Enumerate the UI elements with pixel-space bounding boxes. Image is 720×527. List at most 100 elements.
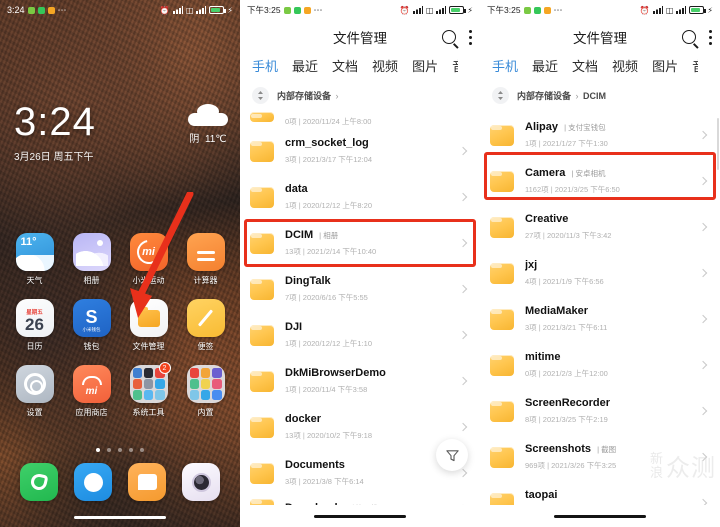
- table-row[interactable]: jxj 4项 | 2021/1/9 下午6:56: [480, 250, 720, 296]
- chevron-right-icon: [458, 146, 468, 156]
- folder-icon: [490, 354, 514, 376]
- file-manager-dcim-panel: 下午3:25 ⋯ ⏰ ◫ ⚡ 文件管理 手机 最近 文档 视频 图片 音: [480, 0, 720, 527]
- phone-icon[interactable]: [20, 463, 58, 501]
- app-settings[interactable]: 设置: [6, 365, 63, 418]
- search-icon[interactable]: [682, 30, 696, 44]
- weather-text: 阴 11℃: [188, 130, 228, 145]
- app-appstore[interactable]: mi 应用商店: [63, 365, 120, 418]
- home-gesture-bar[interactable]: [240, 505, 480, 527]
- tab-documents[interactable]: 文档: [332, 56, 358, 75]
- table-row[interactable]: data 1项 | 2020/12/12 上午8:20: [240, 174, 480, 220]
- page-dot-active[interactable]: [96, 448, 100, 452]
- sim-icon: ◫: [185, 5, 194, 15]
- list-item-partial[interactable]: 0项 | 2020/11/24 上午8:00: [240, 112, 480, 128]
- notes-app-icon: [186, 299, 225, 337]
- chevron-right-icon: [698, 498, 708, 505]
- file-meta: 7项 | 2020/6/16 下午5:55: [285, 292, 368, 302]
- app-label: 文件管理: [132, 342, 165, 351]
- weather-widget[interactable]: 阴 11℃: [188, 104, 228, 145]
- tab-phone[interactable]: 手机: [252, 56, 278, 75]
- app-builtin-folder[interactable]: 内置: [177, 365, 234, 418]
- chevron-right-icon: [458, 330, 468, 340]
- search-icon[interactable]: [442, 30, 456, 44]
- tab-phone[interactable]: 手机: [492, 56, 518, 75]
- page-dot[interactable]: [129, 448, 133, 452]
- app-calendar[interactable]: 星期五 26 日历: [6, 299, 63, 352]
- tab-recent[interactable]: 最近: [532, 56, 558, 75]
- chevron-right-icon: [698, 222, 708, 232]
- folder-icon: [250, 416, 274, 438]
- tab-videos[interactable]: 视频: [372, 56, 398, 75]
- status-overflow-icon: ⋯: [313, 4, 323, 15]
- file-name: taopai: [525, 489, 558, 502]
- tab-audio-clipped[interactable]: 音: [452, 56, 458, 75]
- tab-images[interactable]: 图片: [652, 56, 678, 75]
- page-dot[interactable]: [140, 448, 144, 452]
- breadcrumb-segment-root[interactable]: 内部存储设备: [517, 91, 571, 101]
- chevron-right-icon: [698, 360, 708, 370]
- tab-videos[interactable]: 视频: [612, 56, 638, 75]
- file-meta: 1项 | 2021/1/27 下午1:30: [525, 138, 608, 148]
- file-meta: 3项 | 2021/3/21 下午6:11: [525, 322, 608, 332]
- file-meta: 3项 | 2021/3/17 下午12:04: [285, 154, 373, 164]
- app-mifit[interactable]: mi 小米运动: [120, 233, 177, 286]
- folder-icon: [250, 232, 274, 254]
- sort-icon[interactable]: [252, 87, 269, 104]
- signal2-icon: [436, 6, 447, 14]
- file-name: Download: [285, 502, 338, 505]
- table-row[interactable]: mitime 0项 | 2021/2/3 上午12:00: [480, 342, 720, 388]
- filter-icon: [445, 449, 459, 461]
- tab-audio-clipped[interactable]: 音: [692, 56, 698, 75]
- table-row[interactable]: DingTalk 7项 | 2020/6/16 下午5:55: [240, 266, 480, 312]
- app-gallery[interactable]: 相册: [63, 233, 120, 286]
- breadcrumb-path[interactable]: 内部存储设备 › DCIM: [517, 89, 606, 102]
- filter-fab-button[interactable]: [436, 439, 468, 471]
- more-icon[interactable]: [469, 29, 472, 45]
- table-row[interactable]: DJI 1项 | 2020/12/12 上午1:10: [240, 312, 480, 358]
- file-list[interactable]: Alipay | 支付宝钱包 1项 | 2021/1/27 下午1:30 Cam…: [480, 112, 720, 505]
- chevron-right-icon: [458, 284, 468, 294]
- table-row[interactable]: Screenshots | 截图 969项 | 2021/3/26 下午3:25: [480, 434, 720, 480]
- table-row-dcim[interactable]: DCIM | 相册 13项 | 2021/2/14 下午10:40: [240, 220, 480, 266]
- home-screen-panel: 3:24 ⋯ ⏰ ◫ ⚡ 3:24 3月26日 周五下午 阴 11℃ 11° 天…: [0, 0, 240, 527]
- scrollbar[interactable]: [717, 118, 719, 170]
- tab-images[interactable]: 图片: [412, 56, 438, 75]
- app-notes[interactable]: 便签: [177, 299, 234, 352]
- table-row[interactable]: Creative 27项 | 2020/11/3 下午3:42: [480, 204, 720, 250]
- app-wallet[interactable]: S 小米钱包 钱包: [63, 299, 120, 352]
- table-row[interactable]: ScreenRecorder 8项 | 2021/3/25 下午2:19: [480, 388, 720, 434]
- app-weather[interactable]: 11° 天气: [6, 233, 63, 286]
- messages-icon[interactable]: [128, 463, 166, 501]
- app-calculator[interactable]: 计算器: [177, 233, 234, 286]
- app-label: 设置: [26, 408, 43, 417]
- sort-icon[interactable]: [492, 87, 509, 104]
- table-row[interactable]: crm_socket_log 3项 | 2021/3/17 下午12:04: [240, 128, 480, 174]
- alarm-icon: ⏰: [159, 5, 170, 15]
- app-systemtools-folder[interactable]: 2 系统工具: [120, 362, 177, 418]
- page-dot[interactable]: [107, 448, 111, 452]
- breadcrumb-path[interactable]: 内部存储设备 ›: [277, 89, 341, 102]
- home-gesture-bar[interactable]: [74, 516, 166, 519]
- breadcrumb: 内部存储设备 ›: [240, 83, 480, 112]
- table-row[interactable]: DkMiBrowserDemo 1项 | 2020/11/4 下午3:58: [240, 358, 480, 404]
- table-row[interactable]: Alipay | 支付宝钱包 1项 | 2021/1/27 下午1:30: [480, 112, 720, 158]
- file-list[interactable]: 0项 | 2020/11/24 上午8:00 crm_socket_log 3项…: [240, 112, 480, 505]
- more-icon[interactable]: [709, 29, 712, 45]
- table-row[interactable]: MediaMaker 3项 | 2021/3/21 下午6:11: [480, 296, 720, 342]
- page-dot[interactable]: [118, 448, 122, 452]
- weather-app-icon: 11°: [15, 233, 54, 271]
- home-gesture-bar[interactable]: [480, 505, 720, 527]
- clock-widget[interactable]: 3:24 3月26日 周五下午: [14, 102, 96, 163]
- status-app-dot: [543, 6, 551, 14]
- table-row[interactable]: taopai 4项 | 2020/10/6 上午9:57: [480, 480, 720, 505]
- file-meta: 969项 | 2021/3/26 下午3:25: [525, 460, 617, 470]
- table-row[interactable]: Download | 系统下载: [240, 496, 480, 505]
- sim-icon: ◫: [665, 5, 674, 15]
- camera-icon[interactable]: [182, 463, 220, 501]
- app-filemanager[interactable]: 文件管理: [120, 299, 177, 352]
- file-meta: 8项 | 2021/3/25 下午2:19: [525, 414, 608, 424]
- tab-recent[interactable]: 最近: [292, 56, 318, 75]
- browser-icon[interactable]: [74, 463, 112, 501]
- tab-documents[interactable]: 文档: [572, 56, 598, 75]
- table-row-camera[interactable]: Camera | 安卓相机 1162项 | 2021/3/25 下午6:50: [480, 158, 720, 204]
